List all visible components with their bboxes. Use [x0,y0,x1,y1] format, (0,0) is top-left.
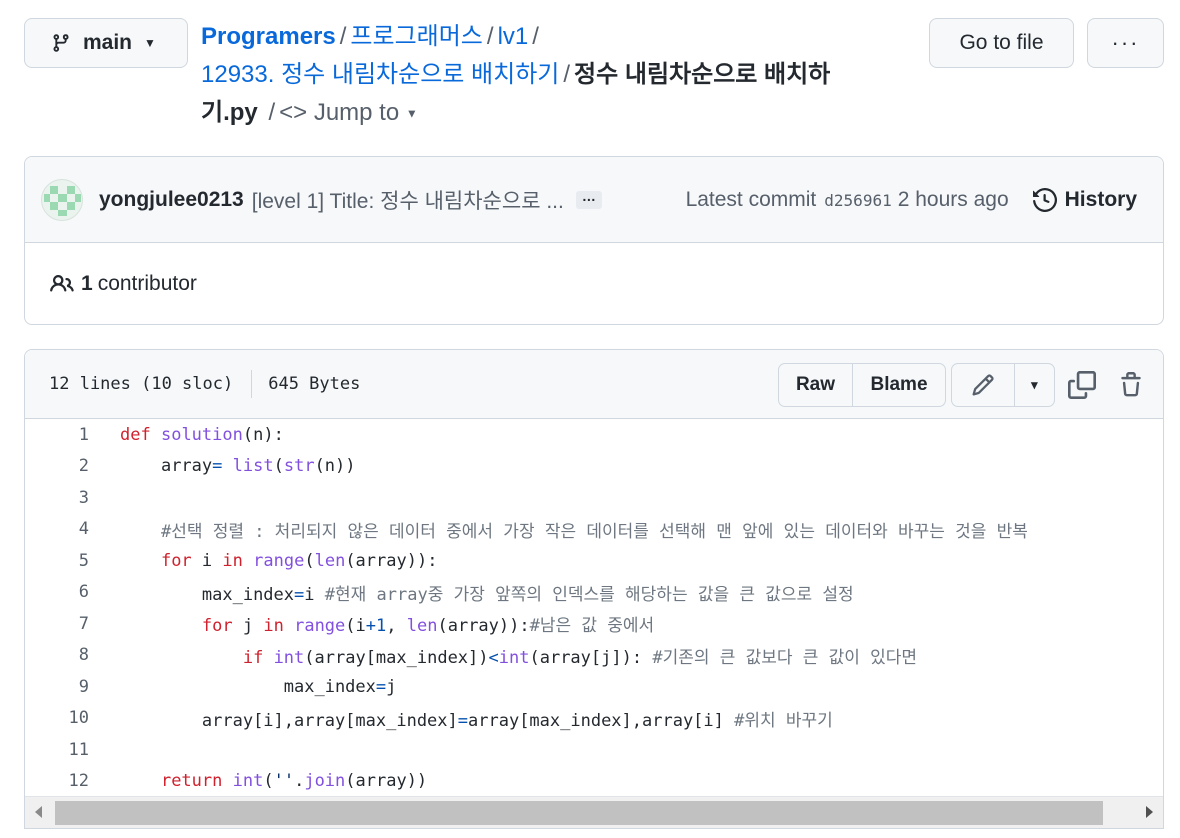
branch-label: main [83,31,133,54]
breadcrumb-file-name-part1: 정수 내림차순으로 배치하 [574,61,831,88]
horizontal-scrollbar[interactable] [25,796,1163,828]
commit-time: 2 hours ago [897,188,1009,211]
go-to-file-button[interactable]: Go to file [929,18,1074,68]
commit-meta: Latest commit d256961 2 hours ago Histor… [686,157,1137,243]
chevron-down-icon: ▼ [1030,378,1038,392]
line-number[interactable]: 6 [25,582,89,602]
blame-button[interactable]: Blame [853,364,945,406]
branch-selector-button[interactable]: main ▼ [24,18,188,68]
divider [251,370,253,398]
code-line: 5 for i in range(len(array)): [25,545,1163,577]
expand-commit-message-button[interactable]: … [575,189,602,209]
code-view[interactable]: 1 def solution(n): 2 array= list(str(n)) … [25,419,1163,797]
breadcrumb-repo-link[interactable]: Programers [201,23,336,50]
code-line: 10 array[i],array[max_index]=array[max_i… [25,703,1163,735]
code-line: 2 array= list(str(n)) [25,451,1163,483]
file-lines-info: 12 lines (10 sloc) [49,374,234,394]
breadcrumb-link-lv1[interactable]: lv1 [498,23,529,50]
line-number[interactable]: 4 [25,519,89,539]
commit-message-link[interactable]: [level 1] Title: 정수 내림차순으로 ... [252,185,564,215]
commit-sha-link[interactable]: d256961 [824,191,891,210]
jump-to-menu[interactable]: <> Jump to ▼ [279,99,418,126]
avatar[interactable] [41,178,83,221]
contributor-count: 1 [81,272,93,295]
line-number[interactable]: 8 [25,645,89,665]
raw-button[interactable]: Raw [779,364,853,406]
commit-author-link[interactable]: yongjulee0213 [99,188,244,212]
code-line: 7 for j in range(i+1, len(array)):#남은 값 … [25,608,1163,640]
git-branch-icon [53,34,69,52]
line-number[interactable]: 3 [25,488,89,508]
line-number[interactable]: 9 [25,677,89,697]
people-icon [50,274,74,292]
code-line: 4 #선택 정렬 : 처리되지 않은 데이터 중에서 가장 작은 데이터를 선택… [25,514,1163,546]
line-number[interactable]: 7 [25,614,89,634]
code-line: 11 [25,734,1163,766]
raw-blame-group: Raw Blame [778,363,946,407]
edit-group: ▼ [951,363,1055,407]
chevron-down-icon: ▼ [144,36,156,50]
trash-icon[interactable] [1118,371,1144,399]
breadcrumb: Programers / 프로그래머스 / lv1/12933. 정수 내림차순으로 배… [201,23,831,126]
code-line: 12 return int(''.join(array)) [25,766,1163,798]
line-number[interactable]: 11 [25,740,89,760]
scrollbar-thumb[interactable] [55,801,1103,825]
line-number[interactable]: 2 [25,456,89,476]
scroll-left-icon[interactable] [35,806,42,818]
latest-commit-bar: yongjulee0213 [level 1] Title: 정수 내림차순으로… [25,157,1163,243]
file-header: 12 lines (10 sloc) 645 Bytes Raw Blame ▼ [25,350,1163,419]
commit-box: yongjulee0213 [level 1] Title: 정수 내림차순으로… [24,156,1164,325]
contributors-row[interactable]: 1 contributor [25,243,1163,324]
code-line: 8 if int(array[max_index])<int(array[j])… [25,640,1163,672]
line-number[interactable]: 12 [25,771,89,791]
line-number[interactable]: 10 [25,708,89,728]
breadcrumb-file-name-part2: 기.py [201,99,258,126]
history-icon [1032,188,1057,212]
code-line: 6 max_index=i #현재 array중 가장 앞쪽의 인덱스를 해당하… [25,577,1163,609]
code-line: 1 def solution(n): [25,419,1163,451]
chevron-down-icon: ▼ [405,106,418,121]
breadcrumb-link-folder[interactable]: 12933. 정수 내림차순으로 배치하기 [201,61,559,88]
line-number[interactable]: 5 [25,551,89,571]
latest-commit-label: Latest commit [685,188,817,211]
contributor-label: contributor [97,272,197,295]
code-line: 3 [25,482,1163,514]
file-size: 645 Bytes [268,374,361,394]
edit-menu-button[interactable]: ▼ [1015,364,1054,406]
scroll-right-icon[interactable] [1146,806,1153,818]
history-link[interactable]: History [1032,188,1137,212]
breadcrumb-link-programmers[interactable]: 프로그래머스 [350,23,482,50]
code-icon: <> [279,99,308,126]
pencil-icon [972,374,994,396]
copy-icon[interactable] [1068,371,1096,399]
file-viewer: 12 lines (10 sloc) 645 Bytes Raw Blame ▼… [24,349,1164,829]
more-options-button[interactable]: ··· [1087,18,1164,68]
code-line: 9 max_index=j [25,671,1163,703]
line-number[interactable]: 1 [25,425,89,445]
edit-button[interactable] [952,364,1015,406]
